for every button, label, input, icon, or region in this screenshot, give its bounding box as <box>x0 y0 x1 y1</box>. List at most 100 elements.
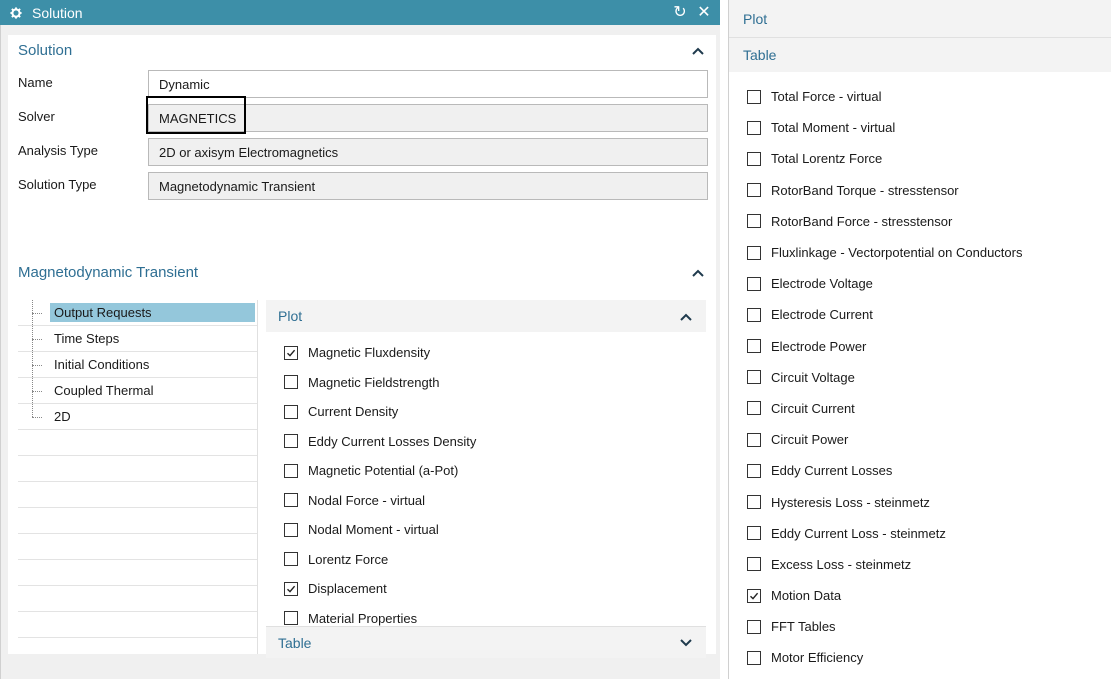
checkbox[interactable] <box>747 463 761 478</box>
solution-group-title: Solution <box>18 41 73 59</box>
table-option-electrode-current[interactable]: Electrode Current <box>729 299 1111 330</box>
solution-type-field: Magnetodynamic Transient <box>148 172 708 200</box>
option-label: Eddy Current Losses <box>771 463 893 479</box>
checkbox[interactable] <box>747 401 761 416</box>
checkbox[interactable] <box>747 245 761 260</box>
checkbox[interactable] <box>284 434 298 449</box>
checkbox[interactable] <box>747 619 761 634</box>
table-option-excess-loss-steinmetz[interactable]: Excess Loss - steinmetz <box>729 549 1111 580</box>
checkbox[interactable] <box>284 611 298 626</box>
plot-option-list: Magnetic Fluxdensity Magnetic Fieldstreng… <box>266 332 706 633</box>
plot-option-magnetic-fieldstrength[interactable]: Magnetic Fieldstrength <box>266 368 706 398</box>
table-option-electrode-power[interactable]: Electrode Power <box>729 331 1111 362</box>
reset-icon[interactable]: ↻ <box>670 2 690 24</box>
tree-item-time-steps[interactable]: Time Steps <box>18 326 257 352</box>
close-icon[interactable]: ✕ <box>694 2 714 24</box>
plot-section-header[interactable]: Plot <box>266 300 706 332</box>
transient-group-header[interactable]: Magnetodynamic Transient <box>8 257 716 287</box>
checkbox[interactable] <box>747 307 761 322</box>
checkbox[interactable] <box>747 183 761 198</box>
option-label: Magnetic Fluxdensity <box>308 345 431 361</box>
plot-option-lorentz-force[interactable]: Lorentz Force <box>266 545 706 575</box>
checkbox[interactable] <box>284 522 298 537</box>
checkbox[interactable] <box>747 650 761 665</box>
right-plot-header[interactable]: Plot <box>729 0 1111 38</box>
checkbox[interactable] <box>284 345 298 360</box>
plot-option-nodal-force-virtual[interactable]: Nodal Force - virtual <box>266 486 706 516</box>
table-option-circuit-current[interactable]: Circuit Current <box>729 393 1111 424</box>
chevron-up-icon[interactable] <box>692 43 704 58</box>
checkbox[interactable] <box>747 495 761 510</box>
checkbox[interactable] <box>747 588 761 603</box>
table-option-eddy-current-losses[interactable]: Eddy Current Losses <box>729 455 1111 486</box>
table-option-circuit-power[interactable]: Circuit Power <box>729 424 1111 455</box>
plot-section-title: Plot <box>278 308 303 324</box>
table-option-hysteresis-loss-steinmetz[interactable]: Hysteresis Loss - steinmetz <box>729 486 1111 517</box>
tree-item-2d[interactable]: 2D <box>18 404 257 430</box>
tree-item-label: Time Steps <box>54 331 120 346</box>
checkbox[interactable] <box>747 151 761 166</box>
chevron-down-icon[interactable] <box>680 635 692 650</box>
checkbox[interactable] <box>284 463 298 478</box>
option-label: Eddy Current Losses Density <box>308 433 477 449</box>
option-label: Magnetic Potential (a-Pot) <box>308 463 459 479</box>
plot-options-panel: Plot Magnetic Fluxdensity Magnetic Fields… <box>266 300 706 658</box>
chevron-up-icon[interactable] <box>680 309 692 324</box>
table-option-eddy-current-loss-steinmetz[interactable]: Eddy Current Loss - steinmetz <box>729 518 1111 549</box>
table-option-fluxlinkage-vectorpotential-on-conductors[interactable]: Fluxlinkage - Vectorpotential on Conduct… <box>729 237 1111 268</box>
table-section-header[interactable]: Table <box>266 626 706 658</box>
table-option-circuit-voltage[interactable]: Circuit Voltage <box>729 362 1111 393</box>
checkbox[interactable] <box>747 432 761 447</box>
right-table-title: Table <box>743 47 777 63</box>
option-label: Excess Loss - steinmetz <box>771 556 912 572</box>
chevron-up-icon[interactable] <box>692 265 704 280</box>
checkbox[interactable] <box>284 552 298 567</box>
table-option-fft-tables[interactable]: FFT Tables <box>729 611 1111 642</box>
table-option-rotorband-torque-stresstensor[interactable]: RotorBand Torque - stresstensor <box>729 175 1111 206</box>
checkbox[interactable] <box>747 557 761 572</box>
plot-option-magnetic-potential-a-pot[interactable]: Magnetic Potential (a-Pot) <box>266 456 706 486</box>
checkbox[interactable] <box>747 339 761 354</box>
table-option-motion-data[interactable]: Motion Data <box>729 580 1111 611</box>
table-option-motor-efficiency[interactable]: Motor Efficiency <box>729 642 1111 673</box>
option-label: Total Force - virtual <box>771 89 882 105</box>
table-option-total-force-virtual[interactable]: Total Force - virtual <box>729 81 1111 112</box>
tree-item-output-requests[interactable]: Output Requests <box>18 300 257 326</box>
checkbox[interactable] <box>747 120 761 135</box>
table-option-total-moment-virtual[interactable]: Total Moment - virtual <box>729 112 1111 143</box>
tree-item-coupled-thermal[interactable]: Coupled Thermal <box>18 378 257 404</box>
table-options-panel: Plot Table Total Force - virtual Total Mo… <box>728 0 1111 679</box>
option-label: FFT Tables <box>771 619 836 635</box>
plot-option-displacement[interactable]: Displacement <box>266 574 706 604</box>
checkbox[interactable] <box>747 89 761 104</box>
checkbox[interactable] <box>284 581 298 596</box>
plot-option-nodal-moment-virtual[interactable]: Nodal Moment - virtual <box>266 515 706 545</box>
checkbox[interactable] <box>284 493 298 508</box>
plot-option-eddy-current-losses-density[interactable]: Eddy Current Losses Density <box>266 427 706 457</box>
table-option-total-lorentz-force[interactable]: Total Lorentz Force <box>729 143 1111 174</box>
checkbox[interactable] <box>284 404 298 419</box>
checkbox[interactable] <box>747 526 761 541</box>
checkbox[interactable] <box>284 375 298 390</box>
table-option-list: Total Force - virtual Total Moment - virt… <box>729 72 1111 674</box>
option-label: Eddy Current Loss - steinmetz <box>771 525 946 541</box>
solution-group-header[interactable]: Solution <box>8 35 716 65</box>
checkbox[interactable] <box>747 214 761 229</box>
solution-type-label: Solution Type <box>18 176 97 192</box>
transient-split: Output Requests Time Steps Initial Condi… <box>18 300 708 658</box>
option-label: Nodal Moment - virtual <box>308 522 439 538</box>
option-label: Lorentz Force <box>308 551 389 567</box>
plot-option-magnetic-fluxdensity[interactable]: Magnetic Fluxdensity <box>266 338 706 368</box>
plot-option-current-density[interactable]: Current Density <box>266 397 706 427</box>
table-option-rotorband-force-stresstensor[interactable]: RotorBand Force - stresstensor <box>729 206 1111 237</box>
gear-icon <box>0 6 22 20</box>
tree-item-initial-conditions[interactable]: Initial Conditions <box>18 352 257 378</box>
option-label: Circuit Current <box>771 400 855 416</box>
right-table-header[interactable]: Table <box>729 38 1111 72</box>
option-label: Motor Efficiency <box>771 650 864 666</box>
table-option-electrode-voltage[interactable]: Electrode Voltage <box>729 268 1111 299</box>
checkbox[interactable] <box>747 276 761 291</box>
name-field[interactable]: Dynamic <box>148 70 708 98</box>
option-label: Material Properties <box>308 610 418 626</box>
checkbox[interactable] <box>747 370 761 385</box>
